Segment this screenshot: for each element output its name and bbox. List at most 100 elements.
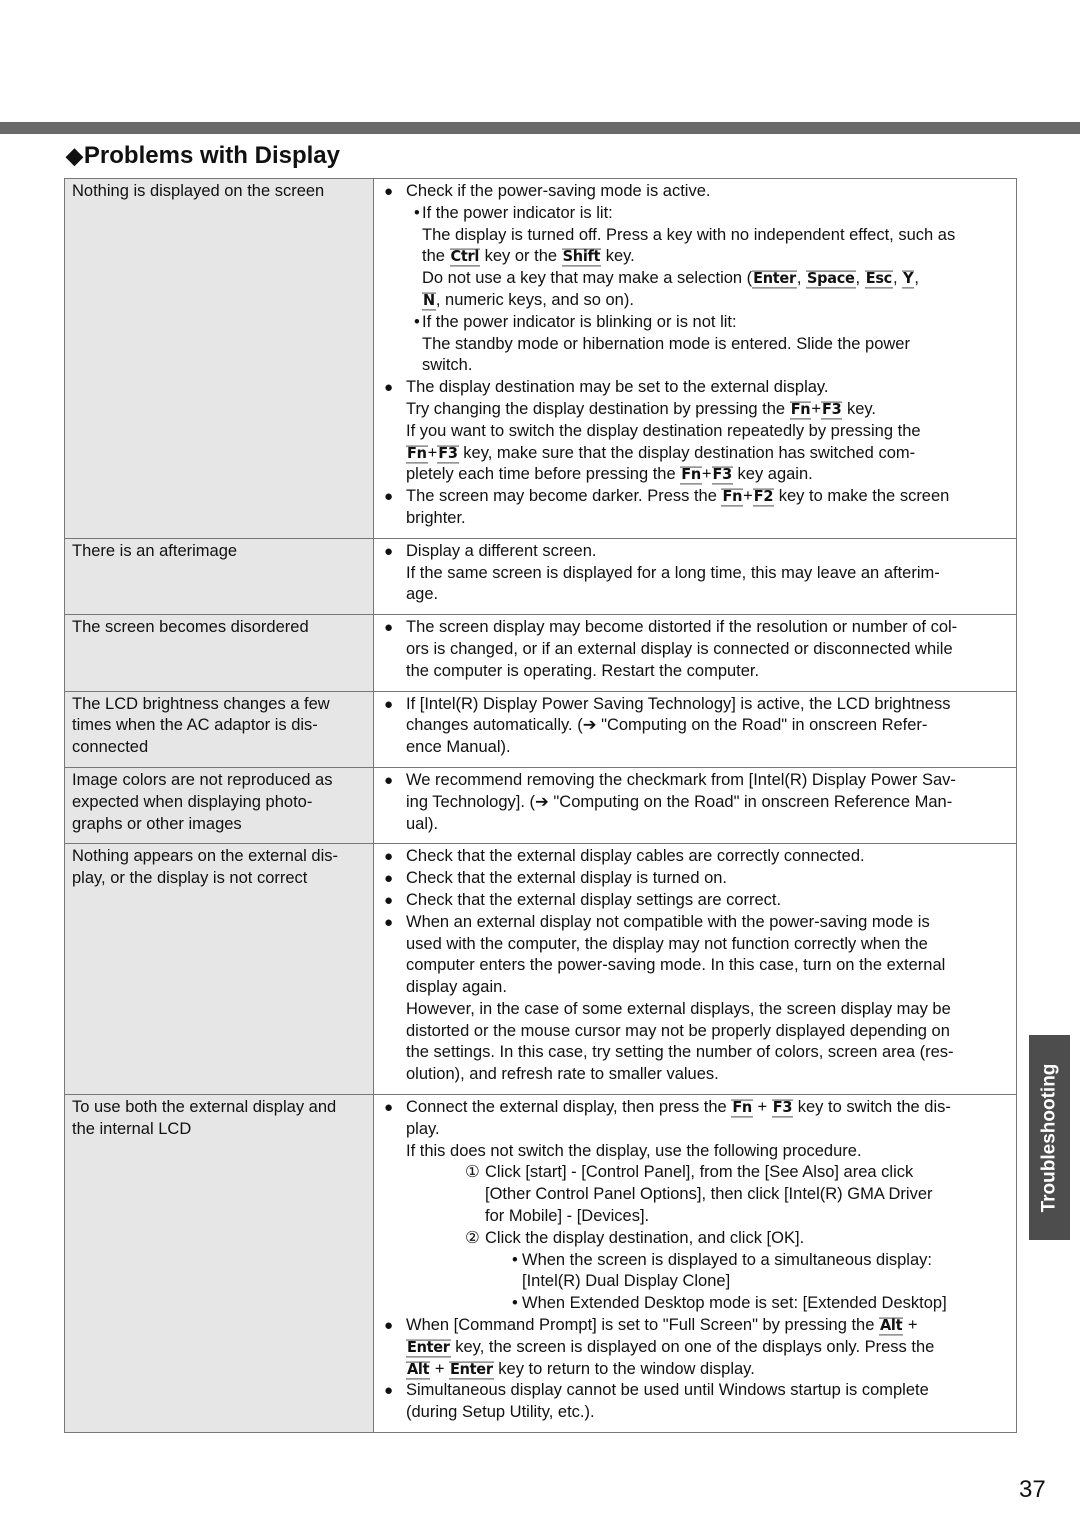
- header-rule-bar: [0, 122, 1080, 134]
- keycap-enter: Enter: [406, 1339, 451, 1358]
- solution-line: ● Check that the external display is turn…: [382, 868, 1010, 890]
- text-segment: The screen display may become distorted …: [406, 618, 958, 637]
- bullet-icon: ●: [384, 619, 394, 637]
- solution-line: ● Check if the power-saving mode is activ…: [382, 181, 1010, 203]
- solution-line: ence Manual).: [382, 737, 1010, 759]
- sub-bullet-icon: •: [512, 1294, 518, 1313]
- text-segment: If you want to switch the display destin…: [406, 421, 921, 440]
- page-number: 37: [1019, 1476, 1046, 1503]
- keycap-enter: Enter: [752, 270, 797, 289]
- text-segment: +: [701, 465, 712, 484]
- text-segment: If the power indicator is lit:: [422, 203, 613, 222]
- text-segment: Click [start] - [Control Panel], from th…: [485, 1163, 914, 1182]
- solution-cell: ● Check if the power-saving mode is activ…: [373, 178, 1017, 539]
- text-segment: Check that the external display cables a…: [406, 847, 865, 866]
- text-segment: [Intel(R) Dual Display Clone]: [522, 1272, 731, 1291]
- solution-line: If this does not switch the display, use…: [382, 1141, 1010, 1163]
- bullet-icon: ●: [384, 542, 394, 560]
- symptom-text-line: There is an afterimage: [72, 541, 238, 560]
- keycap-alt: Alt: [406, 1361, 431, 1380]
- keycap-f2: F2: [752, 488, 775, 507]
- text-segment: If the same screen is displayed for a lo…: [406, 563, 940, 582]
- text-segment: ing Technology]. (➔ "Computing on the Ro…: [406, 792, 953, 811]
- text-segment: computer enters the power-saving mode. I…: [406, 956, 946, 975]
- section-title-text: Problems with Display: [83, 142, 340, 169]
- solution-line: ● Connect the external display, then pres…: [382, 1097, 1010, 1119]
- text-segment: If [Intel(R) Display Power Saving Techno…: [406, 694, 951, 713]
- side-tab-label: Troubleshooting: [1038, 1063, 1060, 1212]
- text-segment: age.: [406, 585, 439, 604]
- text-segment: However, in the case of some external di…: [406, 999, 951, 1018]
- text-segment: key.: [601, 247, 635, 266]
- bullet-icon: ●: [384, 870, 394, 888]
- solution-cell: ● Connect the external display, then pres…: [373, 1094, 1017, 1434]
- solution-line: olution), and refresh rate to smaller va…: [382, 1064, 1010, 1086]
- symptom-text-line: The LCD brightness changes a few: [72, 694, 330, 713]
- text-segment: key or the: [480, 247, 562, 266]
- text-segment: distorted or the mouse cursor may not be…: [406, 1021, 950, 1040]
- table-row: Image colors are not reproduced as expect…: [64, 766, 1017, 845]
- text-segment: key.: [842, 399, 877, 418]
- keycap-fn: Fn: [406, 445, 428, 463]
- keycap-esc: Esc: [864, 270, 893, 289]
- solution-line: If the same screen is displayed for a lo…: [382, 563, 1010, 585]
- solution-line: Fn+F3 key, make sure that the display de…: [382, 443, 1010, 465]
- text-segment: +: [427, 443, 438, 462]
- text-segment: The standby mode or hibernation mode is …: [422, 334, 910, 353]
- keycap-fn: Fn: [721, 488, 744, 507]
- keycap-f3: F3: [711, 466, 733, 485]
- text-segment: Do not use a key that may make a selecti…: [422, 269, 753, 288]
- solution-line: ● Check that the external display cables …: [382, 846, 1010, 868]
- text-segment: key to return to the window display.: [493, 1359, 755, 1378]
- solution-line: Try changing the display destination by …: [382, 399, 1010, 421]
- symptom-cell: The screen becomes disordered: [64, 614, 374, 692]
- solution-line: ② Click the display destination, and clic…: [382, 1228, 1010, 1250]
- solution-line: computer enters the power-saving mode. I…: [382, 955, 1010, 977]
- solution-cell: ● The screen display may become distorted…: [373, 614, 1017, 692]
- text-segment: Connect the external display, then press…: [406, 1098, 732, 1117]
- solution-line: play.: [382, 1119, 1010, 1141]
- solution-line: switch.: [382, 355, 1010, 377]
- solution-line: ① Click [start] - [Control Panel], from t…: [382, 1162, 1010, 1184]
- text-segment: ors is changed, or if an external displa…: [406, 639, 953, 658]
- bullet-icon: ●: [384, 913, 394, 931]
- solution-line: • If the power indicator is lit:: [382, 203, 1010, 225]
- bullet-icon: ●: [384, 488, 394, 506]
- symptom-text-line: Nothing is displayed on the screen: [72, 182, 325, 200]
- solution-line: ● When [Command Prompt] is set to "Full S…: [382, 1315, 1010, 1337]
- solution-line: the settings. In this case, try setting …: [382, 1042, 1010, 1064]
- solution-line: ● The screen may become darker. Press the…: [382, 486, 1010, 508]
- keycap-f3: F3: [771, 1099, 794, 1118]
- symptom-cell: The LCD brightness changes a few times wh…: [64, 690, 374, 768]
- text-segment: If the power indicator is blinking or is…: [422, 312, 737, 331]
- solution-line: used with the computer, the display may …: [382, 934, 1010, 956]
- solution-line: ● The screen display may become distorted…: [382, 617, 1010, 639]
- text-segment: , numeric keys, and so on).: [435, 290, 634, 309]
- bullet-icon: ●: [384, 891, 394, 909]
- solution-line: (during Setup Utility, etc.).: [382, 1402, 1010, 1424]
- text-segment: the settings. In this case, try setting …: [406, 1043, 954, 1062]
- solution-line: Alt + Enter key to return to the window …: [382, 1359, 1010, 1381]
- solution-line: N, numeric keys, and so on).: [382, 290, 1010, 312]
- text-segment: Simultaneous display cannot be used unti…: [406, 1381, 929, 1400]
- solution-line: pletely each time before pressing the Fn…: [382, 464, 1010, 486]
- text-segment: Try changing the display destination by …: [406, 399, 790, 418]
- troubleshooting-table: Nothing is displayed on the screen ● Check…: [64, 178, 1017, 1434]
- text-segment: ,: [796, 269, 806, 288]
- keycap-shift: Shift: [561, 248, 602, 267]
- solution-line: • If the power indicator is blinking or i…: [382, 312, 1010, 334]
- bullet-icon: ●: [384, 848, 394, 866]
- solution-cell: ● If [Intel(R) Display Power Saving Techn…: [373, 690, 1017, 768]
- text-segment: changes automatically. (➔ "Computing on …: [406, 716, 928, 735]
- keycap-n: N: [422, 292, 436, 311]
- symptom-text-line: Image colors are not reproduced as: [72, 770, 333, 789]
- solution-line: distorted or the mouse cursor may not be…: [382, 1021, 1010, 1043]
- keycap-fn: Fn: [680, 466, 702, 485]
- keycap-f3: F3: [437, 445, 459, 463]
- solution-cell: ● We recommend removing the checkmark fro…: [373, 766, 1017, 845]
- symptom-cell: Image colors are not reproduced as expect…: [64, 766, 374, 845]
- text-segment: When Extended Desktop mode is set: [Exte…: [522, 1294, 947, 1313]
- solution-line: ● Check that the external display setting…: [382, 890, 1010, 912]
- table-row: There is an afterimage ● Display a differe…: [64, 537, 1017, 616]
- step-number-icon: ①: [465, 1163, 480, 1182]
